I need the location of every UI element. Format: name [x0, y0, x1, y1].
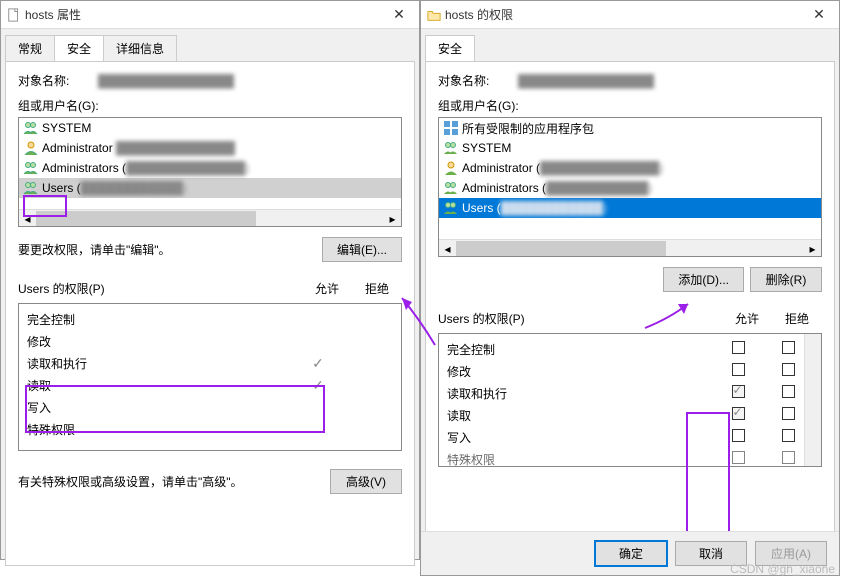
perm-label: Users 的权限(P)	[438, 310, 722, 327]
add-button[interactable]: 添加(D)...	[663, 267, 744, 292]
users-icon	[443, 201, 459, 215]
checkbox[interactable]	[732, 429, 745, 442]
permissions-list: 完全控制 修改 读取和执行 读取 写入 特殊权限	[438, 333, 822, 467]
file-icon	[7, 8, 21, 22]
check-icon: ✓	[293, 355, 343, 372]
close-button[interactable]: ✕	[799, 1, 839, 29]
scroll-right-arrow[interactable]: ▸	[804, 240, 821, 257]
checkbox[interactable]	[732, 341, 745, 354]
object-name-label: 对象名称:	[18, 72, 98, 89]
object-name-value: ████████████████	[98, 74, 402, 88]
user-icon	[443, 161, 459, 175]
list-item[interactable]: Administrator ██████████████	[19, 138, 401, 158]
app-icon	[443, 120, 459, 136]
groups-listbox[interactable]: SYSTEM Administrator ██████████████ Admi…	[18, 117, 402, 227]
scroll-right-arrow[interactable]: ▸	[384, 210, 401, 227]
security-panel: 对象名称: ████████████████ 组或用户名(G): SYSTEM …	[5, 61, 415, 566]
check-icon: ✓	[293, 377, 343, 394]
scrollbar-horizontal[interactable]: ◂ ▸	[19, 209, 401, 226]
tab-security[interactable]: 安全	[425, 35, 475, 61]
checkbox[interactable]	[782, 385, 795, 398]
groups-label: 组或用户名(G):	[18, 97, 402, 114]
list-item[interactable]: SYSTEM	[19, 118, 401, 138]
edit-hint: 要更改权限，请单击"编辑"。	[18, 241, 322, 258]
allow-col: 允许	[302, 280, 352, 297]
checkbox[interactable]	[782, 429, 795, 442]
list-item[interactable]: Users (████████████)	[19, 178, 401, 198]
tabs: 常规 安全 详细信息	[5, 35, 415, 61]
users-icon	[443, 181, 459, 195]
users-icon	[23, 181, 39, 195]
groups-listbox[interactable]: 所有受限制的应用程序包 SYSTEM Administrator (██████…	[438, 117, 822, 257]
deny-col: 拒绝	[772, 310, 822, 327]
checkbox[interactable]	[782, 407, 795, 420]
checkbox[interactable]	[732, 385, 745, 398]
permissions-dialog: hosts 的权限 ✕ 安全 对象名称: ████████████████ 组或…	[420, 0, 840, 576]
users-icon	[23, 121, 39, 135]
checkbox[interactable]	[732, 407, 745, 420]
list-item[interactable]: Administrators (██████████████)	[19, 158, 401, 178]
scroll-left-arrow[interactable]: ◂	[19, 210, 36, 227]
list-item[interactable]: 所有受限制的应用程序包	[439, 118, 821, 138]
object-name-label: 对象名称:	[438, 72, 518, 89]
checkbox[interactable]	[782, 363, 795, 376]
security-panel: 对象名称: ████████████████ 组或用户名(G): 所有受限制的应…	[425, 61, 835, 547]
tab-general[interactable]: 常规	[5, 35, 55, 61]
list-item[interactable]: SYSTEM	[439, 138, 821, 158]
user-icon	[23, 141, 39, 155]
edit-button[interactable]: 编辑(E)...	[322, 237, 402, 262]
window-title: hosts 属性	[25, 6, 379, 23]
perm-label: Users 的权限(P)	[18, 280, 302, 297]
allow-col: 允许	[722, 310, 772, 327]
remove-button[interactable]: 删除(R)	[750, 267, 822, 292]
list-item[interactable]: Users (████████████)	[439, 198, 821, 218]
list-item[interactable]: Administrator (██████████████)	[439, 158, 821, 178]
titlebar[interactable]: hosts 属性 ✕	[1, 1, 419, 29]
folder-icon	[427, 8, 441, 22]
users-icon	[23, 161, 39, 175]
object-name-value: ████████████████	[518, 74, 822, 88]
checkbox[interactable]	[782, 341, 795, 354]
checkbox[interactable]	[732, 363, 745, 376]
advanced-hint: 有关特殊权限或高级设置，请单击"高级"。	[18, 473, 330, 490]
window-title: hosts 的权限	[445, 6, 799, 23]
properties-dialog: hosts 属性 ✕ 常规 安全 详细信息 对象名称: ████████████…	[0, 0, 420, 560]
advanced-button[interactable]: 高级(V)	[330, 469, 402, 494]
groups-label: 组或用户名(G):	[438, 97, 822, 114]
scrollbar-horizontal[interactable]: ◂ ▸	[439, 239, 821, 256]
checkbox[interactable]	[782, 451, 795, 464]
close-button[interactable]: ✕	[379, 1, 419, 29]
titlebar[interactable]: hosts 的权限 ✕	[421, 1, 839, 29]
ok-button[interactable]: 确定	[595, 541, 667, 566]
users-icon	[443, 141, 459, 155]
tab-security[interactable]: 安全	[54, 35, 104, 61]
watermark: CSDN @gh_xiaohe	[730, 562, 835, 576]
tabs: 安全	[425, 35, 835, 61]
permissions-list: 完全控制 修改 读取和执行✓ 读取✓ 写入 特殊权限	[18, 303, 402, 451]
scroll-left-arrow[interactable]: ◂	[439, 240, 456, 257]
scrollbar-vertical[interactable]	[804, 334, 821, 466]
checkbox[interactable]	[732, 451, 745, 464]
list-item[interactable]: Administrators (████████████)	[439, 178, 821, 198]
tab-details[interactable]: 详细信息	[103, 35, 177, 61]
deny-col: 拒绝	[352, 280, 402, 297]
